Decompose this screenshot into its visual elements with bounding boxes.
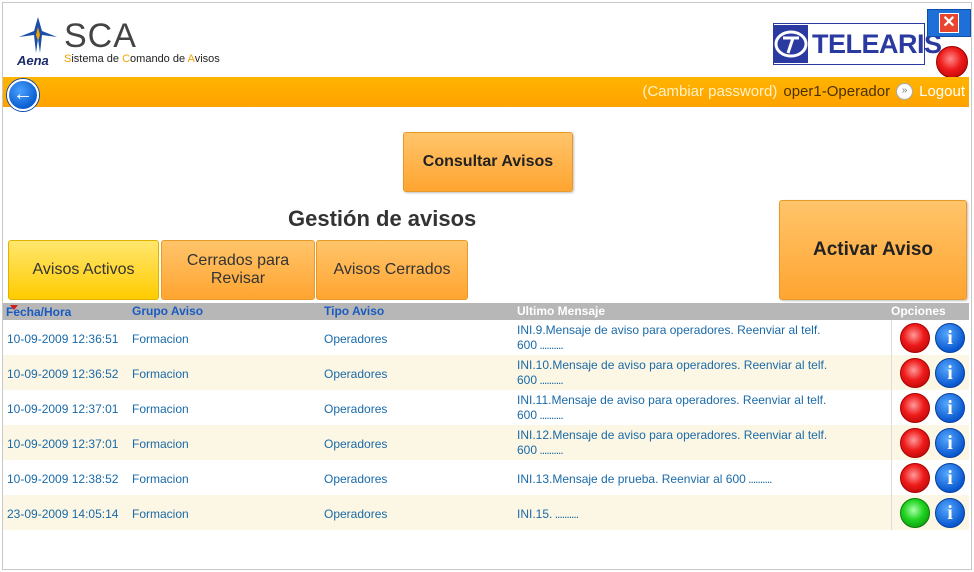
close-button[interactable]: ✕ [927,9,971,37]
table-row[interactable]: 10-09-2009 12:37:01 Formacion Operadores IN… [3,390,969,425]
mensaje-line-1: INI.12.Mensaje de aviso para operadores.… [517,428,828,442]
cell-fecha: 10-09-2009 12:36:52 [7,367,119,381]
info-icon[interactable]: i [935,428,965,458]
page-title: Gestión de avisos [288,206,477,231]
status-red-icon[interactable] [900,393,930,423]
cell-tipo: Operadores [324,507,388,521]
cell-mensaje: INI.12.Mensaje de aviso para operadores.… [517,428,828,457]
app-subtitle: Sistema de Comando de Avisos [64,53,220,65]
mensaje-line-2: 600 [517,338,538,352]
info-icon[interactable]: i [935,463,965,493]
current-user: oper1-Operador [783,83,891,100]
info-icon[interactable]: i [935,393,965,423]
table-row[interactable]: 10-09-2009 12:36:52 Formacion Operadores IN… [3,355,969,390]
aena-text: Aena [17,53,49,68]
close-icon: ✕ [939,13,959,33]
column-header-tipo[interactable]: Tipo Aviso [324,304,384,318]
status-red-icon[interactable] [900,463,930,493]
column-header-grupo[interactable]: Grupo Aviso [132,304,203,318]
mensaje-line-1: INI.10.Mensaje de aviso para operadores.… [517,358,828,372]
app-title: SCA [64,17,137,55]
info-icon[interactable]: i [935,323,965,353]
cell-grupo: Formacion [132,507,189,521]
mensaje-line-1: INI.11.Mensaje de aviso para operadores.… [517,393,827,407]
sort-desc-icon [10,305,18,310]
cell-grupo: Formacion [132,332,189,346]
table-row[interactable]: 23-09-2009 14:05:14 Formacion Operadores IN… [3,495,969,530]
status-green-icon[interactable] [900,498,930,528]
column-header-mensaje: Ultimo Mensaje [517,304,606,318]
info-icon[interactable]: i [935,358,965,388]
cell-tipo: Operadores [324,472,388,486]
cell-tipo: Operadores [324,437,388,451]
mensaje-line-2: 600 [517,443,538,457]
cell-grupo: Formacion [132,437,189,451]
logout-link[interactable]: Logout [919,83,965,100]
table-header: Fecha/Hora Grupo Aviso Tipo Aviso Ultimo… [3,303,969,320]
status-red-icon[interactable] [900,323,930,353]
user-bar: (Cambiar password) oper1-Operador » Logo… [642,83,965,100]
cell-fecha: 10-09-2009 12:37:01 [7,402,119,416]
telearis-logo: TELEARIS [773,23,942,65]
cell-fecha: 10-09-2009 12:37:01 [7,437,119,451]
change-password-link[interactable]: (Cambiar password) [642,83,777,100]
tab-cerrados-para-revisar[interactable]: Cerrados para Revisar [161,240,315,300]
mensaje-line-1: INI.13.Mensaje de prueba. Reenviar al 60… [517,472,746,486]
cell-grupo: Formacion [132,472,189,486]
cell-tipo: Operadores [324,402,388,416]
table-row[interactable]: 10-09-2009 12:36:51 Formacion Operadores IN… [3,320,969,355]
cell-opciones: i [891,495,970,530]
mensaje-line-1: INI.15. [517,507,553,521]
cell-opciones: i [891,355,970,390]
cell-opciones: i [891,320,970,355]
info-icon[interactable]: i [935,498,965,528]
cell-opciones: i [891,460,970,495]
tab-avisos-activos[interactable]: Avisos Activos [8,240,159,300]
top-bar: ← (Cambiar password) oper1-Operador » Lo… [3,77,969,111]
activate-aviso-button[interactable]: Activar Aviso [779,200,967,300]
back-arrow-icon[interactable]: ← [7,79,39,111]
table-row[interactable]: 10-09-2009 12:37:01 Formacion Operadores IN… [3,425,969,460]
aena-mark-icon [19,17,57,53]
table-row[interactable]: 10-09-2009 12:38:52 Formacion Operadores IN… [3,460,969,495]
cell-mensaje: INI.11.Mensaje de aviso para operadores.… [517,393,827,422]
column-header-opciones: Opciones [891,304,946,318]
tab-avisos-cerrados[interactable]: Avisos Cerrados [316,240,468,300]
mensaje-line-2: 600 [517,408,538,422]
cell-opciones: i [891,425,970,460]
mensaje-line-2: 600 [517,373,538,387]
cell-tipo: Operadores [324,332,388,346]
telearis-text: TELEARIS [812,28,942,59]
cell-opciones: i [891,390,970,425]
cell-mensaje: INI.13.Mensaje de prueba. Reenviar al 60… [517,472,772,486]
status-red-icon[interactable] [900,428,930,458]
cell-tipo: Operadores [324,367,388,381]
consult-avisos-button[interactable]: Consultar Avisos [403,132,573,192]
cell-mensaje: INI.15. .......... [517,507,579,521]
cell-fecha: 23-09-2009 14:05:14 [7,507,119,521]
connection-status-icon [936,46,968,78]
status-red-icon[interactable] [900,358,930,388]
cell-fecha: 10-09-2009 12:38:52 [7,472,119,486]
cell-grupo: Formacion [132,402,189,416]
telearis-mark-icon [774,25,808,63]
avisos-table: 10-09-2009 12:36:51 Formacion Operadores IN… [3,320,969,530]
logout-icon[interactable]: » [896,83,914,100]
aena-logo: Aena [15,17,61,68]
mensaje-line-1: INI.9.Mensaje de aviso para operadores. … [517,323,821,337]
cell-mensaje: INI.9.Mensaje de aviso para operadores. … [517,323,821,352]
cell-grupo: Formacion [132,367,189,381]
cell-fecha: 10-09-2009 12:36:51 [7,332,119,346]
cell-mensaje: INI.10.Mensaje de aviso para operadores.… [517,358,828,387]
